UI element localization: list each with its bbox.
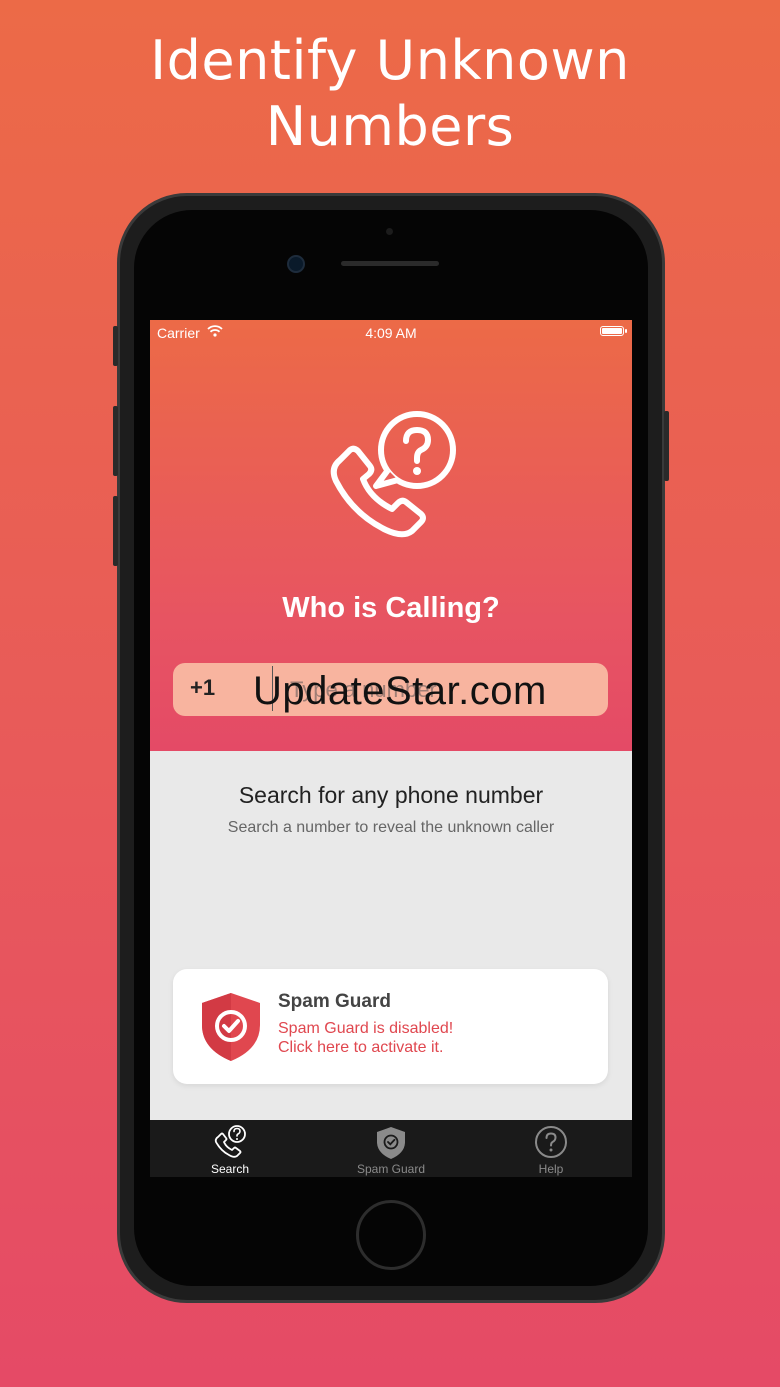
spam-card-title: Spam Guard [278,991,391,1012]
shield-check-icon [377,1127,405,1159]
earpiece [341,261,439,266]
app-screen: Carrier 4:09 AM Who is Calling? +1 Type … [150,320,632,1177]
info-title: Search for any phone number [238,782,544,808]
headline: Identify Unknown Numbers [0,28,780,160]
volume-up-button [113,406,118,476]
proximity-sensor [386,228,393,235]
spam-card-status: Spam Guard is disabled! [278,1020,454,1037]
headline-line-1: Identify Unknown [150,29,630,92]
tab-help-label: Help [538,1162,564,1176]
watermark-text: UpdateStar.com [253,669,547,713]
power-button [664,411,669,481]
country-code-label[interactable]: +1 [190,675,215,701]
tab-help[interactable]: Help [471,1120,631,1177]
volume-down-button [113,496,118,566]
info-subtitle: Search a number to reveal the unknown ca… [227,819,555,836]
home-button[interactable] [356,1200,426,1270]
spam-guard-card[interactable]: Spam Guard Spam Guard is disabled! Click… [173,969,608,1084]
tab-search[interactable]: Search [150,1120,310,1177]
front-camera [287,255,305,273]
headline-line-2: Numbers [265,95,515,158]
phone-question-icon [214,1125,246,1158]
spam-card-activate-link[interactable]: Click here to activate it. [278,1039,443,1057]
battery-icon [600,326,627,336]
phone-question-icon [330,411,456,538]
hero-title: Who is Calling? [282,592,500,624]
question-circle-icon [535,1126,567,1158]
phone-search-field[interactable]: +1 Type a number UpdateStar.com [173,663,608,716]
tab-bar: Search Spam Guard Help [150,1120,632,1177]
tab-search-label: Search [210,1162,250,1176]
status-time: 4:09 AM [365,325,417,341]
tab-spam-guard-label: Spam Guard [356,1162,426,1176]
shield-check-icon [202,993,260,1061]
hero-section: Carrier 4:09 AM Who is Calling? +1 Type … [150,320,632,751]
tab-spam-guard[interactable]: Spam Guard [311,1120,471,1177]
status-bar: Carrier 4:09 AM [150,320,632,346]
mute-switch [113,326,118,366]
